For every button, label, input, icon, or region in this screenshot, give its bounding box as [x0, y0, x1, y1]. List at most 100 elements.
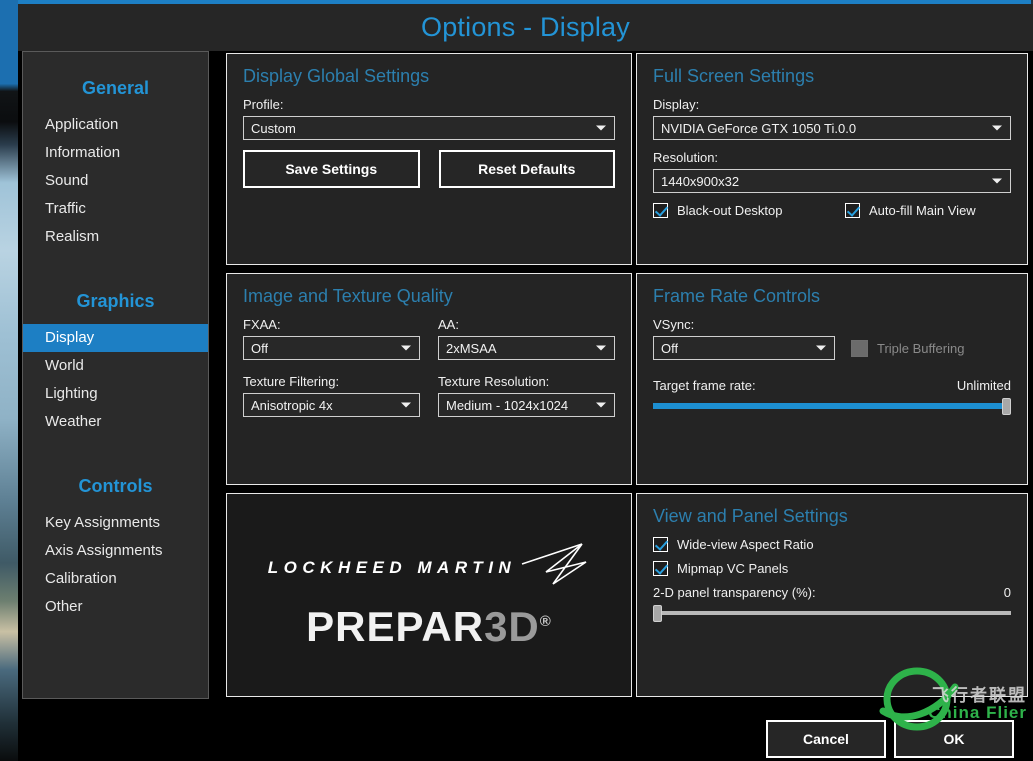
chevron-down-icon — [992, 125, 1002, 131]
panel-transparency-value: 0 — [1003, 585, 1011, 600]
sidebar-group-title-graphics: Graphics — [76, 291, 155, 311]
panel-transparency-label: 2-D panel transparency (%): — [653, 585, 816, 600]
chevron-down-icon — [596, 402, 606, 408]
aa-field: AA: 2xMSAA — [438, 317, 615, 370]
sidebar-item-other[interactable]: Other — [23, 593, 208, 621]
registered-trademark-icon: ® — [539, 612, 552, 630]
aa-dropdown-value: 2xMSAA — [446, 340, 497, 356]
resolution-label: Resolution: — [653, 150, 719, 165]
chevron-down-icon — [401, 402, 411, 408]
profile-dropdown[interactable]: Custom — [243, 116, 615, 140]
triple-buffering-label: Triple Buffering — [877, 340, 965, 356]
title-bar: Options - Display — [18, 4, 1033, 51]
checkmark-icon — [653, 537, 668, 552]
sidebar-group-title-general: General — [81, 78, 150, 98]
texture-resolution-field: Texture Resolution: Medium - 1024x1024 — [438, 374, 615, 427]
prepar3d-wordmark: PREPAR3D® — [306, 600, 552, 649]
lockheed-martin-star-icon — [521, 542, 587, 585]
panel-display-global-settings: Display Global Settings Profile: Custom … — [226, 53, 632, 265]
sidebar: General Application Information Sound Tr… — [22, 51, 209, 699]
resolution-dropdown[interactable]: 1440x900x32 — [653, 169, 1011, 193]
dialog-body: General Application Information Sound Tr… — [18, 51, 1033, 711]
fxaa-label: FXAA: — [243, 317, 281, 332]
panel-image-texture-quality: Image and Texture Quality FXAA: Off AA: … — [226, 273, 632, 485]
sidebar-item-traffic[interactable]: Traffic — [23, 195, 208, 223]
display-device-label: Display: — [653, 97, 700, 112]
aa-dropdown[interactable]: 2xMSAA — [438, 336, 615, 360]
panel-transparency-slider-group: 2-D panel transparency (%): 0 — [653, 585, 1011, 622]
prepar3d-logo: LOCKHEED MARTIN PREPAR3D® — [227, 494, 631, 696]
texture-filtering-dropdown[interactable]: Anisotropic 4x — [243, 393, 420, 417]
profile-dropdown-value: Custom — [251, 120, 296, 136]
sidebar-item-weather[interactable]: Weather — [23, 408, 208, 436]
panel-title-image-texture: Image and Texture Quality — [243, 286, 453, 306]
sidebar-item-world[interactable]: World — [23, 352, 208, 380]
texture-filtering-dropdown-value: Anisotropic 4x — [251, 397, 333, 413]
triple-buffering-checkbox: Triple Buffering — [851, 339, 965, 357]
sidebar-item-lighting[interactable]: Lighting — [23, 380, 208, 408]
panel-transparency-slider[interactable] — [653, 605, 1011, 622]
slider-fill — [653, 403, 1004, 409]
panel-title-view-panel: View and Panel Settings — [653, 506, 848, 526]
texture-resolution-dropdown[interactable]: Medium - 1024x1024 — [438, 393, 615, 417]
target-frame-rate-slider[interactable] — [653, 398, 1011, 415]
panel-branding-logo: LOCKHEED MARTIN PREPAR3D® — [226, 493, 632, 697]
sidebar-item-key-assignments[interactable]: Key Assignments — [23, 509, 208, 537]
panel-full-screen-settings: Full Screen Settings Display: NVIDIA GeF… — [636, 53, 1028, 265]
fxaa-dropdown[interactable]: Off — [243, 336, 420, 360]
mipmap-vc-panels-checkbox[interactable]: Mipmap VC Panels — [653, 561, 1011, 576]
image-texture-row-2: Texture Filtering: Anisotropic 4x Textur… — [243, 374, 615, 427]
sidebar-item-information[interactable]: Information — [23, 139, 208, 167]
cancel-button[interactable]: Cancel — [766, 720, 886, 758]
sidebar-item-axis-assignments[interactable]: Axis Assignments — [23, 537, 208, 565]
display-device-dropdown-value: NVIDIA GeForce GTX 1050 Ti.0.0 — [661, 120, 857, 136]
ok-button[interactable]: OK — [894, 720, 1014, 758]
chevron-down-icon — [992, 178, 1002, 184]
autofill-main-view-checkbox[interactable]: Auto-fill Main View — [845, 203, 976, 218]
prepar3d-wordmark-light: PREPAR — [306, 602, 485, 650]
background-left-strip — [0, 0, 18, 761]
panel-frame-rate-controls: Frame Rate Controls VSync: Off Triple Bu… — [636, 273, 1028, 485]
blackout-desktop-label: Black-out Desktop — [677, 203, 783, 218]
settings-content: Display Global Settings Profile: Custom … — [210, 51, 1030, 699]
aa-label: AA: — [438, 317, 459, 332]
save-settings-button[interactable]: Save Settings — [243, 150, 420, 188]
full-screen-checkbox-row: Black-out Desktop Auto-fill Main View — [653, 203, 1011, 227]
checkmark-icon — [653, 561, 668, 576]
sidebar-item-application[interactable]: Application — [23, 111, 208, 139]
prepar3d-wordmark-dim: 3D — [484, 602, 540, 650]
panel-view-and-panel-settings: View and Panel Settings Wide-view Aspect… — [636, 493, 1028, 697]
texture-resolution-label: Texture Resolution: — [438, 374, 550, 389]
checkbox-icon — [851, 339, 868, 357]
chevron-down-icon — [401, 345, 411, 351]
reset-defaults-button[interactable]: Reset Defaults — [438, 150, 615, 188]
sidebar-item-calibration[interactable]: Calibration — [23, 565, 208, 593]
panel-title-display-global: Display Global Settings — [243, 66, 430, 86]
lockheed-martin-lockup: LOCKHEED MARTIN — [268, 542, 590, 594]
checkmark-icon — [845, 203, 860, 218]
panel-title-frame-rate: Frame Rate Controls — [653, 286, 821, 306]
texture-filtering-field: Texture Filtering: Anisotropic 4x — [243, 374, 420, 427]
blackout-desktop-checkbox[interactable]: Black-out Desktop — [653, 203, 845, 218]
vsync-row: Off Triple Buffering — [653, 336, 1011, 360]
vsync-dropdown-value: Off — [661, 340, 679, 356]
wide-view-aspect-ratio-checkbox[interactable]: Wide-view Aspect Ratio — [653, 537, 1011, 552]
target-frame-rate-value: Unlimited — [956, 378, 1011, 393]
sidebar-item-display[interactable]: Display — [23, 324, 208, 352]
page-title: Options - Display — [421, 12, 630, 42]
vsync-dropdown[interactable]: Off — [653, 336, 835, 360]
resolution-dropdown-value: 1440x900x32 — [661, 173, 740, 189]
panel-title-full-screen: Full Screen Settings — [653, 66, 815, 86]
wide-view-aspect-ratio-label: Wide-view Aspect Ratio — [677, 537, 814, 552]
slider-knob[interactable] — [653, 605, 662, 622]
image-texture-row-1: FXAA: Off AA: 2xMSAA — [243, 317, 615, 370]
panel-transparency-header: 2-D panel transparency (%): 0 — [653, 585, 1011, 600]
slider-knob[interactable] — [1002, 398, 1011, 415]
sidebar-item-realism[interactable]: Realism — [23, 223, 208, 251]
sidebar-item-sound[interactable]: Sound — [23, 167, 208, 195]
display-device-dropdown[interactable]: NVIDIA GeForce GTX 1050 Ti.0.0 — [653, 116, 1011, 140]
target-frame-rate-label: Target frame rate: — [653, 378, 756, 393]
fxaa-dropdown-value: Off — [251, 340, 269, 356]
